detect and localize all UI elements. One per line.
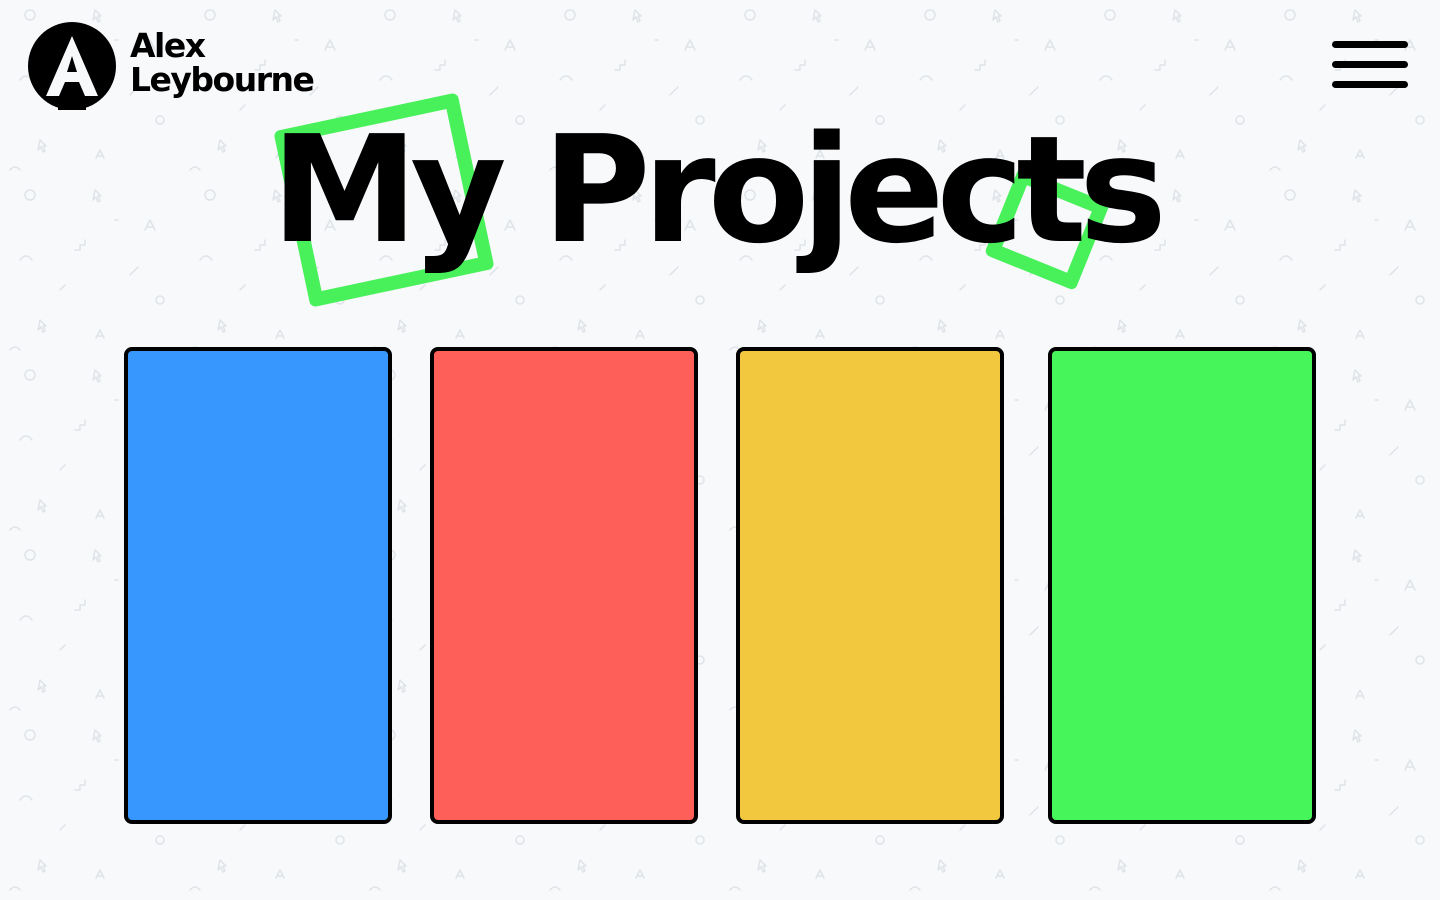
project-card-yellow[interactable] [736, 347, 1004, 824]
project-card-blue[interactable] [124, 347, 392, 824]
project-grid [0, 347, 1440, 827]
page-title: My Projects [270, 104, 1167, 276]
home-logo-link[interactable]: Alex Leybourne [28, 22, 315, 110]
letter-a-logo-icon [28, 22, 116, 110]
menu-bar-middle [1332, 61, 1408, 68]
menu-bar-top [1332, 41, 1408, 48]
menu-bar-bottom [1332, 81, 1408, 88]
brand-name: Alex Leybourne [130, 26, 315, 99]
brand-name-last: Leybourne [130, 60, 315, 99]
project-card-red[interactable] [430, 347, 698, 824]
hamburger-menu-icon[interactable] [1332, 40, 1408, 90]
brand-name-first: Alex [130, 26, 206, 65]
project-card-green[interactable] [1048, 347, 1316, 824]
site-header: Alex Leybourne [0, 0, 1440, 120]
hero-section: My Projects [0, 90, 1440, 320]
